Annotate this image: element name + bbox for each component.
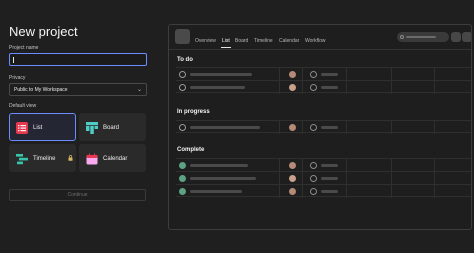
avatar xyxy=(289,71,296,78)
project-icon xyxy=(175,29,190,44)
due-date-placeholder xyxy=(321,73,338,76)
view-option-list[interactable]: List xyxy=(9,113,76,141)
task-row[interactable] xyxy=(176,67,471,81)
section-title-complete: Complete xyxy=(177,147,205,153)
timeline-icon xyxy=(16,152,28,165)
header-action-button[interactable] xyxy=(462,32,471,42)
continue-button[interactable]: Continue xyxy=(9,189,146,201)
task-row[interactable] xyxy=(176,171,471,185)
task-name-placeholder xyxy=(190,73,252,76)
due-date-placeholder xyxy=(321,86,338,89)
due-date-placeholder xyxy=(321,164,338,167)
task-name-placeholder xyxy=(190,177,256,180)
avatar xyxy=(289,162,296,169)
list-icon xyxy=(16,121,28,134)
default-view-label: Default view xyxy=(9,103,37,109)
view-option-label: List xyxy=(33,125,43,131)
check-circle-icon[interactable] xyxy=(179,162,186,169)
search-input[interactable] xyxy=(397,32,449,42)
active-tab-indicator xyxy=(221,47,231,48)
due-date-icon xyxy=(310,175,317,182)
project-name-label: Project name xyxy=(9,45,39,51)
avatar xyxy=(289,175,296,182)
due-date-placeholder xyxy=(321,190,338,193)
search-icon xyxy=(400,35,404,39)
due-date-icon xyxy=(310,188,317,195)
due-date-placeholder xyxy=(321,177,338,180)
check-circle-icon[interactable] xyxy=(179,188,186,195)
view-option-label: Calendar xyxy=(103,156,128,162)
task-row[interactable] xyxy=(176,120,471,134)
check-circle-icon[interactable] xyxy=(179,84,186,91)
task-name-placeholder xyxy=(190,86,245,89)
calendar-icon xyxy=(86,152,98,165)
board-icon xyxy=(86,121,98,134)
task-row[interactable] xyxy=(176,184,471,198)
search-placeholder-bar xyxy=(406,36,436,38)
due-date-icon xyxy=(310,71,317,78)
check-circle-icon[interactable] xyxy=(179,71,186,78)
due-date-icon xyxy=(310,124,317,131)
tab-board[interactable]: Board xyxy=(235,38,248,44)
view-option-label: Board xyxy=(103,125,120,131)
privacy-label: Privacy xyxy=(9,75,26,81)
tab-timeline[interactable]: Timeline xyxy=(254,38,273,44)
due-date-placeholder xyxy=(321,126,338,129)
task-name-placeholder xyxy=(190,164,248,167)
task-row[interactable] xyxy=(176,80,471,94)
view-option-board[interactable]: Board xyxy=(79,113,146,141)
view-option-label: Timeline xyxy=(33,156,56,162)
avatar xyxy=(289,188,296,195)
view-option-timeline[interactable]: Timeline xyxy=(9,144,76,172)
task-name-placeholder xyxy=(190,126,260,129)
tab-workflow[interactable]: Workflow xyxy=(305,38,325,44)
page-title: New project xyxy=(9,24,78,39)
text-caret xyxy=(13,57,14,63)
check-circle-icon[interactable] xyxy=(179,124,186,131)
task-name-placeholder xyxy=(190,190,242,193)
check-circle-icon[interactable] xyxy=(179,175,186,182)
privacy-select[interactable]: Public to My Workspace ⌄ xyxy=(9,83,147,96)
due-date-icon xyxy=(310,162,317,169)
privacy-value: Public to My Workspace xyxy=(14,87,68,93)
avatar xyxy=(289,124,296,131)
view-option-calendar[interactable]: Calendar xyxy=(79,144,146,172)
task-row[interactable] xyxy=(176,158,471,172)
preview-header: Overview List Board Timeline Calendar Wo… xyxy=(169,25,471,50)
tab-list[interactable]: List xyxy=(222,38,230,44)
project-name-input[interactable] xyxy=(9,53,147,66)
tab-calendar[interactable]: Calendar xyxy=(279,38,299,44)
section-title-todo: To do xyxy=(177,57,193,63)
due-date-icon xyxy=(310,84,317,91)
project-preview: Overview List Board Timeline Calendar Wo… xyxy=(168,24,472,230)
avatar xyxy=(289,84,296,91)
section-title-in-progress: In progress xyxy=(177,109,210,115)
chevron-down-icon: ⌄ xyxy=(136,87,142,93)
tab-overview[interactable]: Overview xyxy=(195,38,216,44)
header-action-button[interactable] xyxy=(451,32,461,42)
lock-icon xyxy=(68,148,73,166)
